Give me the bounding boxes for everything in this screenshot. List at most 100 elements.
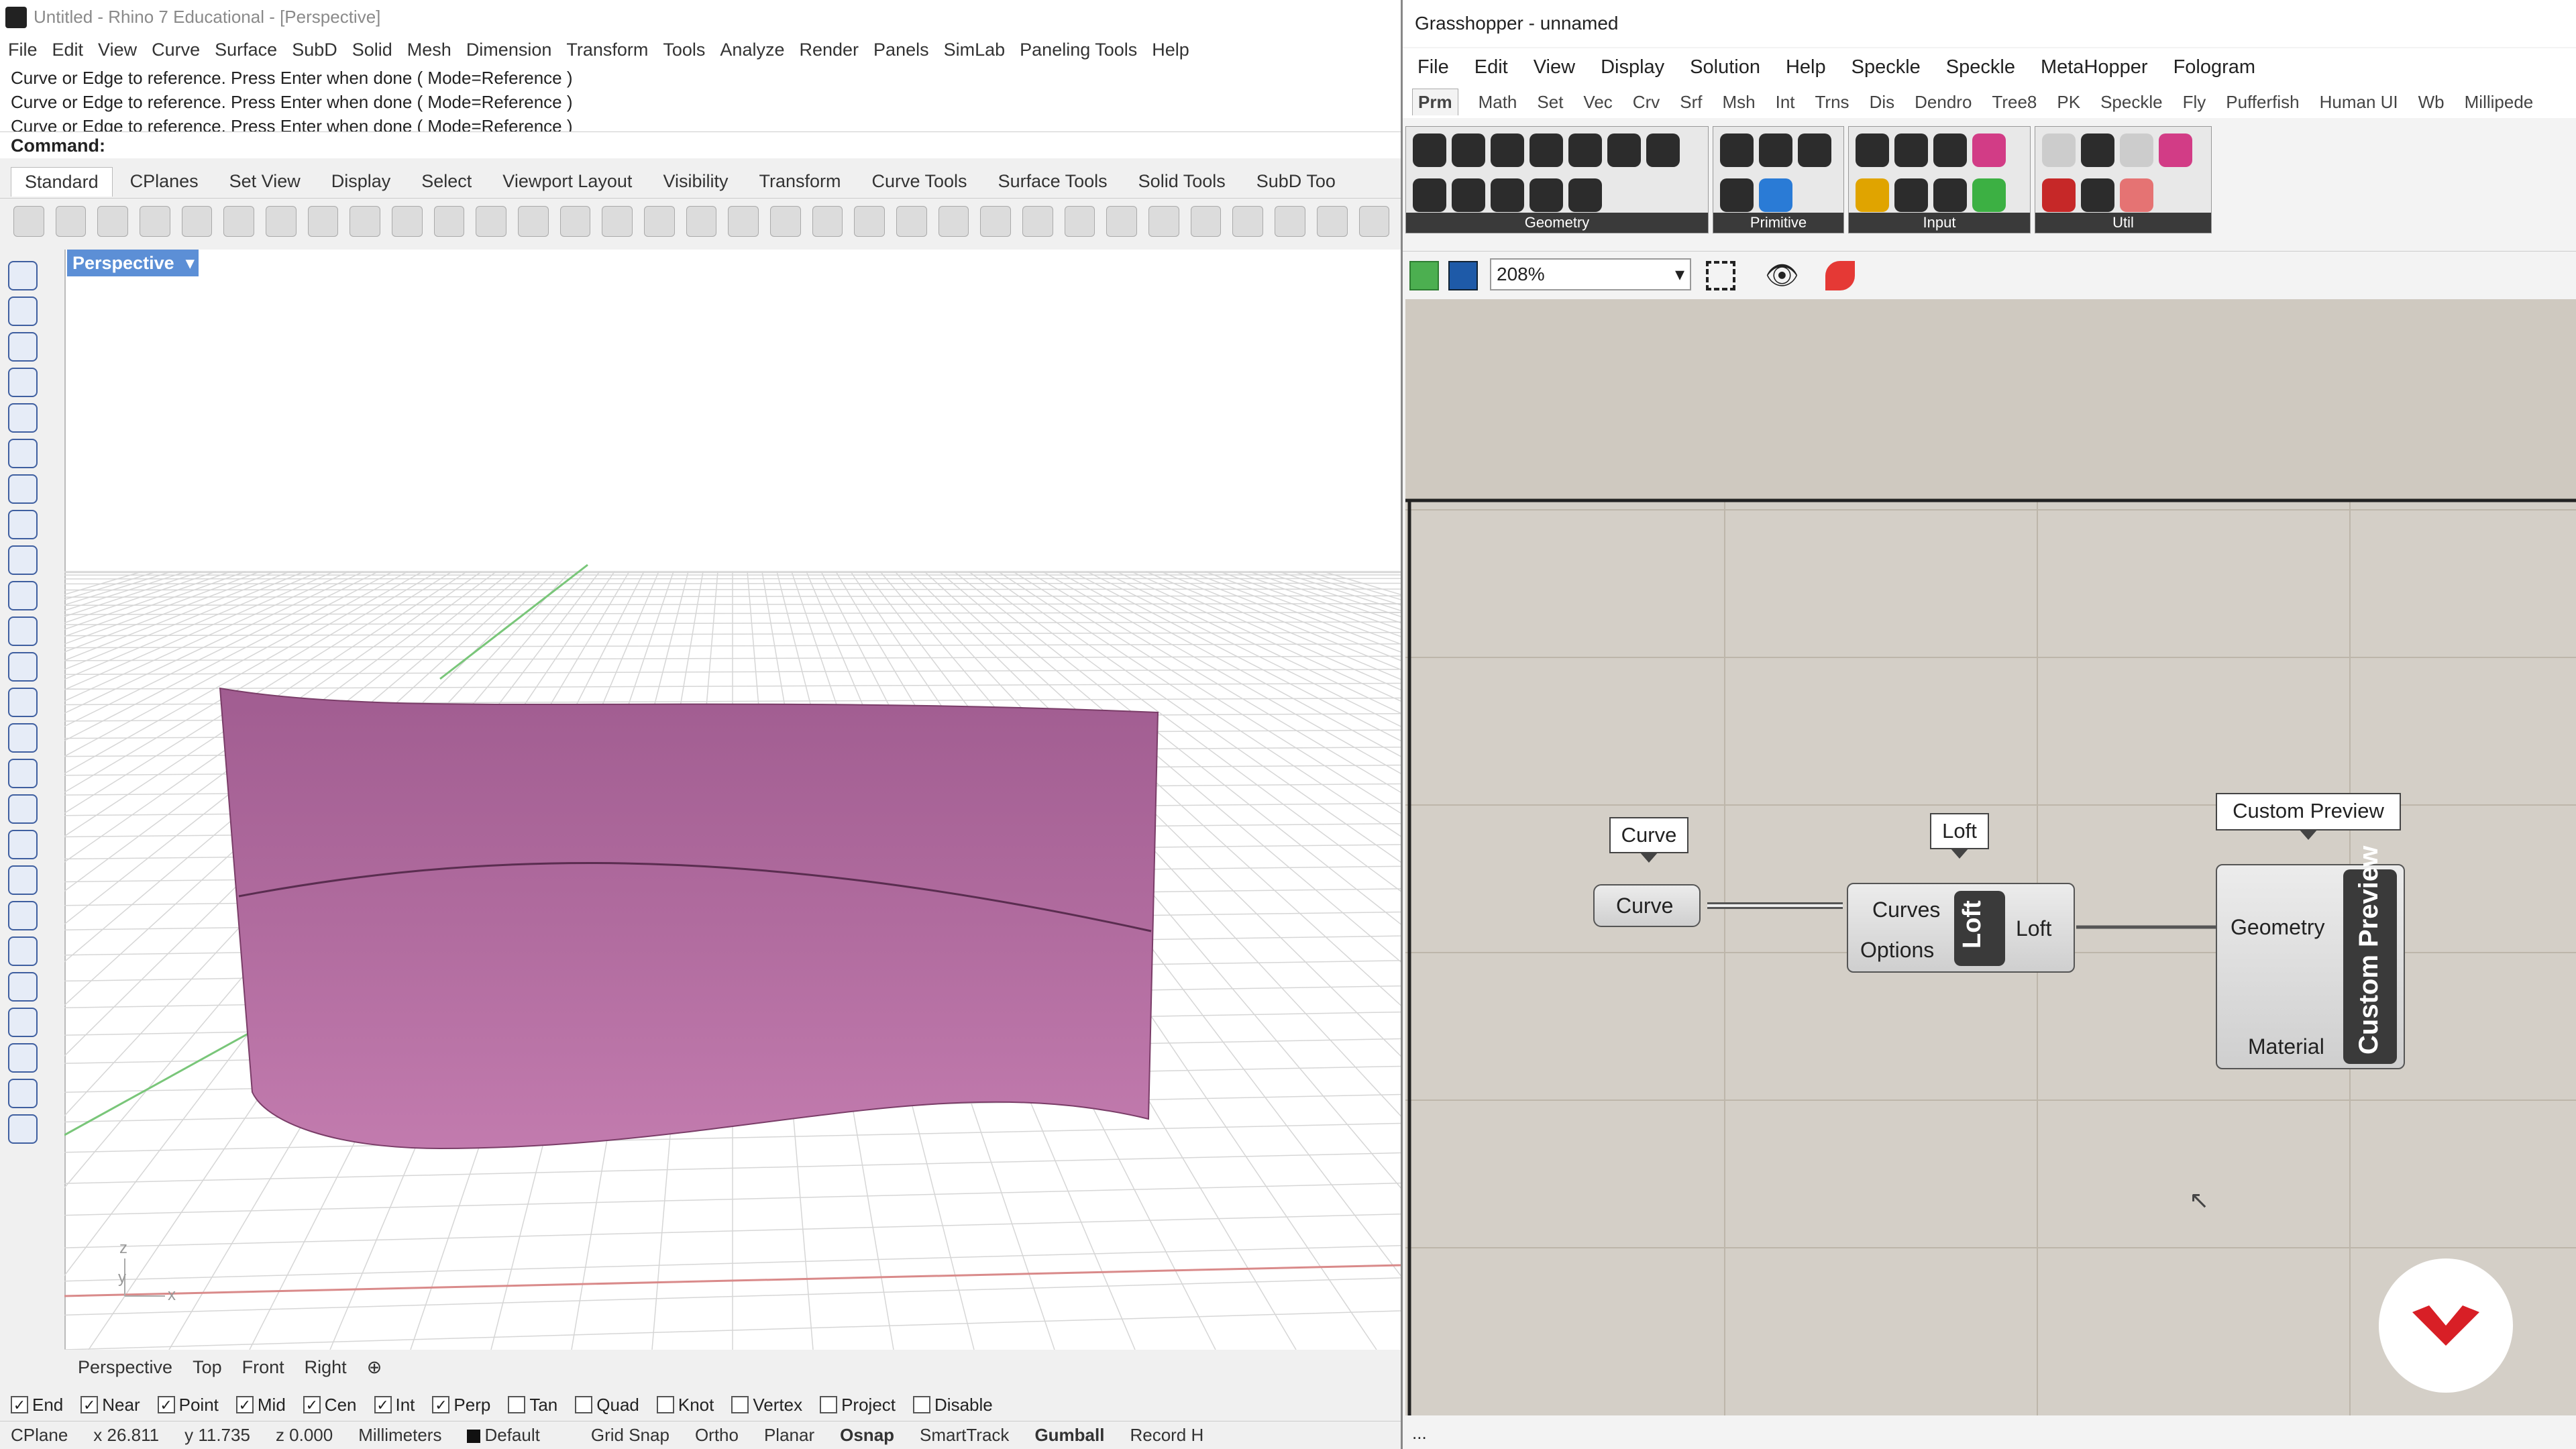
zoom-extents-icon[interactable] [1706,261,1735,290]
rhino-menu-subd[interactable]: SubD [292,40,337,60]
rhino-menu-solid[interactable]: Solid [352,40,392,60]
rectangle-icon[interactable] [8,510,38,539]
checkbox[interactable]: ✓ [432,1396,450,1413]
gh-canvas[interactable]: Curve Curve Loft Curves Options Loft Lof… [1405,299,2576,1415]
shade-icon[interactable] [1064,206,1095,237]
move-icon[interactable] [8,865,38,895]
import-icon[interactable] [181,206,213,237]
rotate-icon[interactable] [433,206,465,237]
open-icon[interactable] [55,206,87,237]
gh-menu-help[interactable]: Help [1786,56,1826,78]
light-icon[interactable] [896,206,927,237]
hide-icon[interactable] [770,206,801,237]
osnap-perp[interactable]: ✓ Perp [432,1395,490,1415]
rhino-menu-dimension[interactable]: Dimension [466,40,552,60]
snap-icon[interactable] [854,206,885,237]
viewport-title-tab[interactable]: Perspective ▾ [67,250,199,276]
rhino-menu-simlab[interactable]: SimLab [944,40,1006,60]
ellipse-icon[interactable] [8,439,38,468]
rhino-menu-tools[interactable]: Tools [663,40,705,60]
gh-tab-math[interactable]: Math [1479,92,1517,113]
gh-tab-vec[interactable]: Vec [1583,92,1612,113]
curve-tools-icon[interactable] [8,1043,38,1073]
open-file-icon[interactable] [1409,261,1439,290]
toggle-smarttrack[interactable]: SmartTrack [920,1425,1009,1446]
checkbox[interactable]: ✓ [11,1396,28,1413]
rhino-menu-paneling-tools[interactable]: Paneling Tools [1020,40,1137,60]
select-icon[interactable] [8,261,38,290]
preview-input-geometry[interactable]: Geometry [2231,915,2324,940]
scale-icon[interactable] [8,901,38,930]
osnap-vertex[interactable]: Vertex [731,1395,802,1415]
gh-tab-speckle[interactable]: Speckle [2100,92,2163,113]
checkbox[interactable] [575,1396,593,1413]
viewport-tab-right[interactable]: Right [305,1357,347,1378]
checkbox[interactable]: ✓ [374,1396,392,1413]
gh-menu-speckle[interactable]: Speckle [1851,56,1921,78]
gh-tab-set[interactable]: Set [1537,92,1563,113]
osnap-knot[interactable]: Knot [656,1395,714,1415]
preview-eye-icon[interactable]: 👁 [1765,260,1799,291]
car-icon[interactable] [728,206,759,237]
zoom-window-icon[interactable] [518,206,549,237]
rhino-menu-transform[interactable]: Transform [566,40,648,60]
globe-icon[interactable] [1316,206,1348,237]
zoom-selected-icon[interactable] [602,206,633,237]
gh-tab-msh[interactable]: Msh [1722,92,1755,113]
gh-menu-speckle[interactable]: Speckle [1946,56,2015,78]
checkbox[interactable] [656,1396,674,1413]
tab-solid-tools[interactable]: Solid Tools [1125,167,1239,196]
text-icon[interactable] [8,1114,38,1144]
tab-standard[interactable]: Standard [11,166,113,197]
osnap-cen[interactable]: ✓ Cen [303,1395,357,1415]
loft-input-options[interactable]: Options [1860,938,1934,963]
rhino-menu-panels[interactable]: Panels [873,40,929,60]
array-icon[interactable] [8,936,38,966]
osnap-mid[interactable]: ✓ Mid [235,1395,286,1415]
custom-preview-component[interactable]: Geometry Material Custom Preview [2216,846,2405,1069]
gh-tab-fly[interactable]: Fly [2183,92,2206,113]
checkbox[interactable]: ✓ [303,1396,321,1413]
sphere-icon[interactable] [8,723,38,753]
offset-icon[interactable] [8,1079,38,1108]
cylinder-icon[interactable] [8,759,38,788]
toggle-ortho[interactable]: Ortho [695,1425,739,1446]
rhino-menu-edit[interactable]: Edit [52,40,84,60]
toggle-record-h[interactable]: Record H [1130,1425,1203,1446]
gh-tab-millipede[interactable]: Millipede [2465,92,2534,113]
viewport-tab-perspective[interactable]: Perspective [78,1357,172,1378]
gh-tab-dendro[interactable]: Dendro [1915,92,1972,113]
copy-icon[interactable] [266,206,297,237]
viewport-tab-front[interactable]: Front [242,1357,284,1378]
gh-menu-metahopper[interactable]: MetaHopper [2041,56,2148,78]
checkbox[interactable]: ✓ [80,1396,99,1413]
save-icon[interactable] [1448,261,1478,290]
rhino-menu-help[interactable]: Help [1152,40,1189,60]
checkbox[interactable]: ✓ [157,1396,175,1413]
rotate-view-icon[interactable] [644,206,675,237]
toggle-gumball[interactable]: Gumball [1034,1425,1104,1446]
viewport-tab-top[interactable]: Top [193,1357,222,1378]
paste-icon[interactable] [307,206,339,237]
arc-icon[interactable] [8,474,38,504]
material-icon[interactable] [980,206,1012,237]
tab-visibility[interactable]: Visibility [649,167,741,196]
render-icon[interactable] [1106,206,1138,237]
polyline-icon[interactable] [8,332,38,362]
gh-tab-prm[interactable]: Prm [1412,89,1458,115]
rhino-menu-curve[interactable]: Curve [152,40,200,60]
curve-param[interactable]: Curve [1593,884,1701,927]
gh-tab-tree8[interactable]: Tree8 [1992,92,2037,113]
rhino-menu-file[interactable]: File [8,40,38,60]
filter-icon[interactable] [1190,206,1222,237]
checkbox[interactable] [820,1396,838,1413]
grid-icon[interactable] [686,206,717,237]
new-icon[interactable] [13,206,44,237]
toggle-planar[interactable]: Planar [764,1425,814,1446]
gh-menu-file[interactable]: File [1417,56,1449,78]
transform-icon[interactable] [8,830,38,859]
tab-surface-tools[interactable]: Surface Tools [985,167,1121,196]
gh-menu-fologram[interactable]: Fologram [2174,56,2256,78]
gh-menu-display[interactable]: Display [1601,56,1664,78]
preview-input-material[interactable]: Material [2248,1034,2324,1059]
